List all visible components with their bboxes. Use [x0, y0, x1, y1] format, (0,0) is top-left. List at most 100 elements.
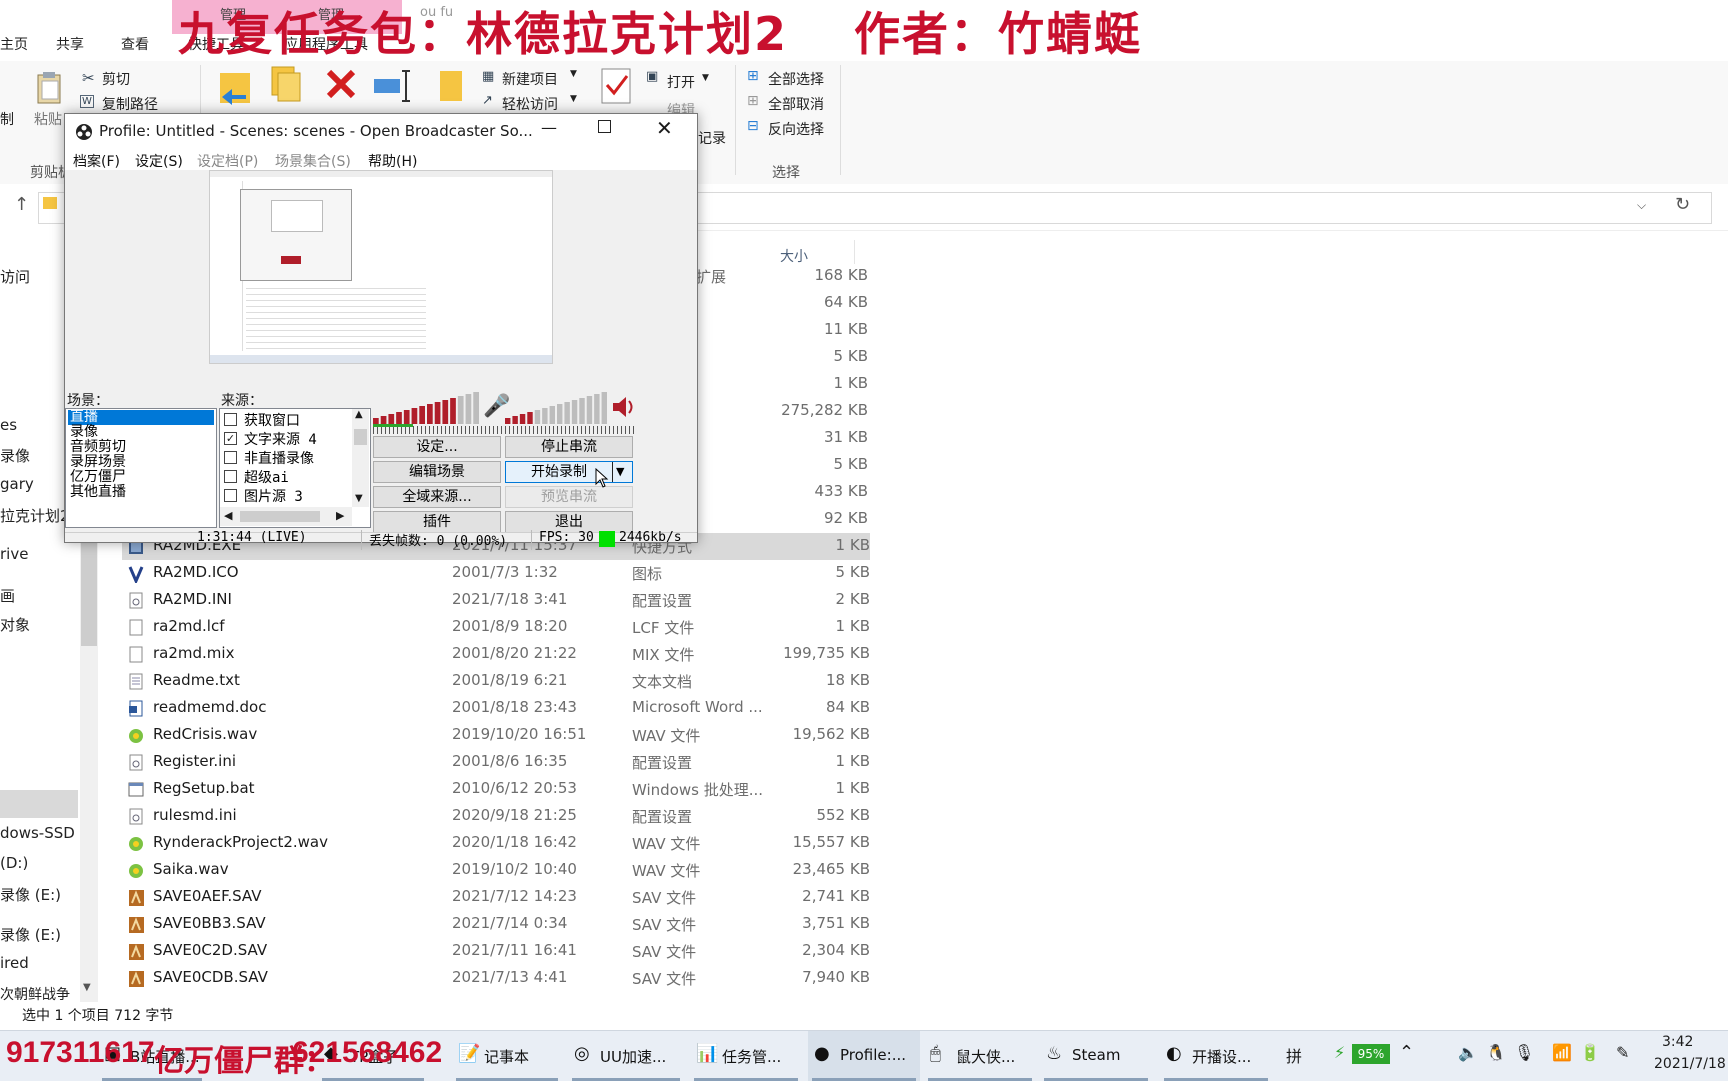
move-to-icon[interactable] — [218, 67, 254, 107]
tab-share[interactable]: 共享 — [56, 34, 84, 54]
scrollbar-thumb[interactable] — [240, 511, 320, 522]
table-row[interactable]: RedCrisis.wav 2019/10/20 16:51 WAV 文件 19,56… — [122, 722, 870, 749]
properties-icon[interactable] — [600, 67, 634, 107]
taskbar-item[interactable]: 📝 记事本 — [452, 1031, 562, 1081]
menu-file[interactable]: 档案(F) — [73, 151, 120, 171]
clock-date[interactable]: 2021/7/18 — [1654, 1056, 1726, 1072]
table-row[interactable]: Saika.wav 2019/10/2 10:40 WAV 文件 23,465 KB — [122, 857, 870, 884]
scene-item[interactable]: 录像 — [70, 425, 98, 440]
taskbar-item[interactable]: ◎ UU加速... — [568, 1031, 684, 1081]
menu-profile[interactable]: 设定档(P) — [197, 151, 258, 171]
scene-item-selected[interactable]: 直播 — [70, 410, 98, 425]
copy-to-icon[interactable] — [268, 65, 304, 105]
menu-scene-collection[interactable]: 场景集合(S) — [275, 151, 351, 171]
chevron-down-icon[interactable]: ⌵ — [1637, 198, 1646, 213]
table-row[interactable]: RynderackProject2.wav 2020/1/18 16:42 WAV … — [122, 830, 870, 857]
preview-stream-button[interactable]: 预览串流 — [505, 486, 633, 508]
table-row[interactable]: Register.ini 2001/8/6 16:35 配置设置 1 KB — [122, 749, 870, 776]
battery-icon[interactable]: 🔋 — [1580, 1043, 1600, 1062]
desktop-volume-meter[interactable] — [505, 392, 609, 424]
pen-icon[interactable]: ✎ — [1616, 1043, 1629, 1062]
tab-home[interactable]: 主页 — [0, 34, 28, 54]
taskbar-item[interactable]: ♨ Steam — [1040, 1031, 1152, 1081]
obs-title-bar[interactable]: Profile: Untitled - Scenes: scenes - Ope… — [65, 114, 697, 148]
stop-stream-button[interactable]: 停止串流 — [505, 436, 633, 458]
source-item[interactable]: 图片源 3 — [244, 486, 303, 506]
wifi-icon[interactable]: 📶 — [1552, 1043, 1572, 1062]
invert-selection-button[interactable]: 反向选择 — [768, 119, 824, 139]
source-checkbox[interactable] — [224, 413, 237, 426]
chevron-down-icon[interactable]: ▼ — [355, 493, 363, 504]
table-row[interactable]: Readme.txt 2001/8/19 6:21 文本文档 18 KB — [122, 668, 870, 695]
source-item[interactable]: 超级ai — [244, 467, 289, 487]
source-checkbox[interactable] — [224, 451, 237, 464]
global-sources-button[interactable]: 全域来源... — [373, 486, 501, 508]
paste-icon[interactable] — [36, 71, 64, 105]
table-row[interactable]: rulesmd.ini 2020/9/18 21:25 配置设置 552 KB — [122, 803, 870, 830]
delete-icon[interactable] — [324, 67, 358, 101]
paste-label[interactable]: 粘贴 — [34, 109, 62, 129]
sources-list[interactable]: 获取窗口✓文字来源 4非直播录像超级ai图片源 3热点直播 ▲ ▼ ◀ ▶ — [219, 408, 371, 528]
taskbar-item[interactable]: ● Profile:... — [808, 1031, 920, 1081]
table-row[interactable]: ra2md.lcf 2001/8/9 18:20 LCF 文件 1 KB — [122, 614, 870, 641]
maximize-icon[interactable] — [598, 120, 611, 133]
tab-view[interactable]: 查看 — [121, 34, 149, 54]
refresh-icon[interactable]: ↻ — [1675, 194, 1690, 215]
taskbar-item[interactable]: 🖱 鼠大侠... — [924, 1031, 1036, 1081]
settings-button[interactable]: 设定... — [373, 436, 501, 458]
plug-icon[interactable]: ⚡ — [1334, 1043, 1345, 1062]
easy-access-button[interactable]: 轻松访问 — [502, 94, 558, 114]
table-row[interactable]: SAVE0C2D.SAV 2021/7/11 16:41 SAV 文件 2,304 K… — [122, 938, 870, 965]
ime-indicator[interactable]: 拼 — [1286, 1043, 1302, 1067]
speaker-icon[interactable] — [611, 396, 635, 418]
dropdown-arrow-icon[interactable]: ▼ — [702, 73, 709, 83]
scenes-list[interactable]: 直播 录像 音频剪切 录屏场景 亿万僵尸 其他直播 — [65, 408, 217, 528]
open-button[interactable]: 打开 — [667, 72, 695, 92]
scene-item[interactable]: 亿万僵尸 — [70, 470, 126, 485]
source-item[interactable]: 非直播录像 — [244, 448, 314, 468]
chevron-up-icon[interactable]: ⌃ — [1399, 1042, 1414, 1063]
select-all-button[interactable]: 全部选择 — [768, 69, 824, 89]
history-button[interactable]: 记录 — [698, 128, 726, 148]
source-checkbox[interactable]: ✓ — [224, 432, 237, 445]
close-icon[interactable]: ✕ — [656, 116, 673, 140]
chevron-up-icon[interactable]: ▲ — [355, 409, 363, 420]
cut-button[interactable]: 剪切 — [102, 69, 130, 89]
select-none-button[interactable]: 全部取消 — [768, 94, 824, 114]
taskbar-item[interactable]: 📊 任务管... — [690, 1031, 802, 1081]
dropdown-arrow-icon[interactable]: ▼ — [616, 462, 624, 482]
scene-item[interactable]: 录屏场景 — [70, 455, 126, 470]
source-checkbox[interactable] — [224, 489, 237, 502]
start-record-button[interactable]: 开始录制 ▼ — [505, 461, 633, 483]
column-divider[interactable] — [854, 240, 855, 264]
table-row[interactable]: SAVE0CDB.SAV 2021/7/13 4:41 SAV 文件 7,940 KB — [122, 965, 870, 992]
volume-icon[interactable]: 🔈 — [1458, 1043, 1478, 1062]
scrollbar-thumb[interactable] — [354, 429, 367, 445]
qq-icon[interactable]: 🐧 — [1486, 1043, 1506, 1062]
up-arrow-icon[interactable]: ↑ — [14, 194, 29, 215]
new-item-button[interactable]: 新建项目 — [502, 69, 558, 89]
copy-label[interactable]: 制 — [0, 109, 14, 129]
stream-preview[interactable] — [209, 170, 553, 364]
menu-settings[interactable]: 设定(S) — [135, 151, 183, 171]
battery-widget[interactable]: 95% — [1352, 1044, 1390, 1064]
source-item[interactable]: 文字来源 4 — [244, 429, 317, 449]
table-row[interactable]: ra2md.mix 2001/8/20 21:22 MIX 文件 199,735 KB — [122, 641, 870, 668]
scene-item[interactable]: 其他直播 — [70, 485, 126, 500]
rename-icon[interactable] — [372, 67, 412, 103]
sources-hscrollbar[interactable]: ◀ ▶ — [220, 507, 352, 526]
new-folder-icon[interactable] — [438, 67, 466, 105]
table-row[interactable]: RA2MD.ICO 2001/7/3 1:32 图标 5 KB — [122, 560, 870, 587]
size-column-header[interactable]: 大小 — [780, 246, 808, 266]
scene-item[interactable]: 音频剪切 — [70, 440, 126, 455]
table-row[interactable]: SAVE0AEF.SAV 2021/7/12 14:23 SAV 文件 2,741 K… — [122, 884, 870, 911]
taskbar-item[interactable]: ◐ 开播设... — [1160, 1031, 1272, 1081]
mic-volume-meter[interactable] — [373, 392, 481, 424]
microphone-icon[interactable]: 🎙 — [1514, 1043, 1534, 1062]
dropdown-arrow-icon[interactable]: ▼ — [570, 94, 577, 104]
sources-vscrollbar[interactable]: ▲ ▼ — [352, 409, 369, 507]
table-row[interactable]: RA2MD.INI 2021/7/18 3:41 配置设置 2 KB — [122, 587, 870, 614]
clock-time[interactable]: 3:42 — [1662, 1034, 1693, 1050]
table-row[interactable]: RegSetup.bat 2010/6/12 20:53 Windows 批处理..… — [122, 776, 870, 803]
edit-scene-button[interactable]: 编辑场景 — [373, 461, 501, 483]
